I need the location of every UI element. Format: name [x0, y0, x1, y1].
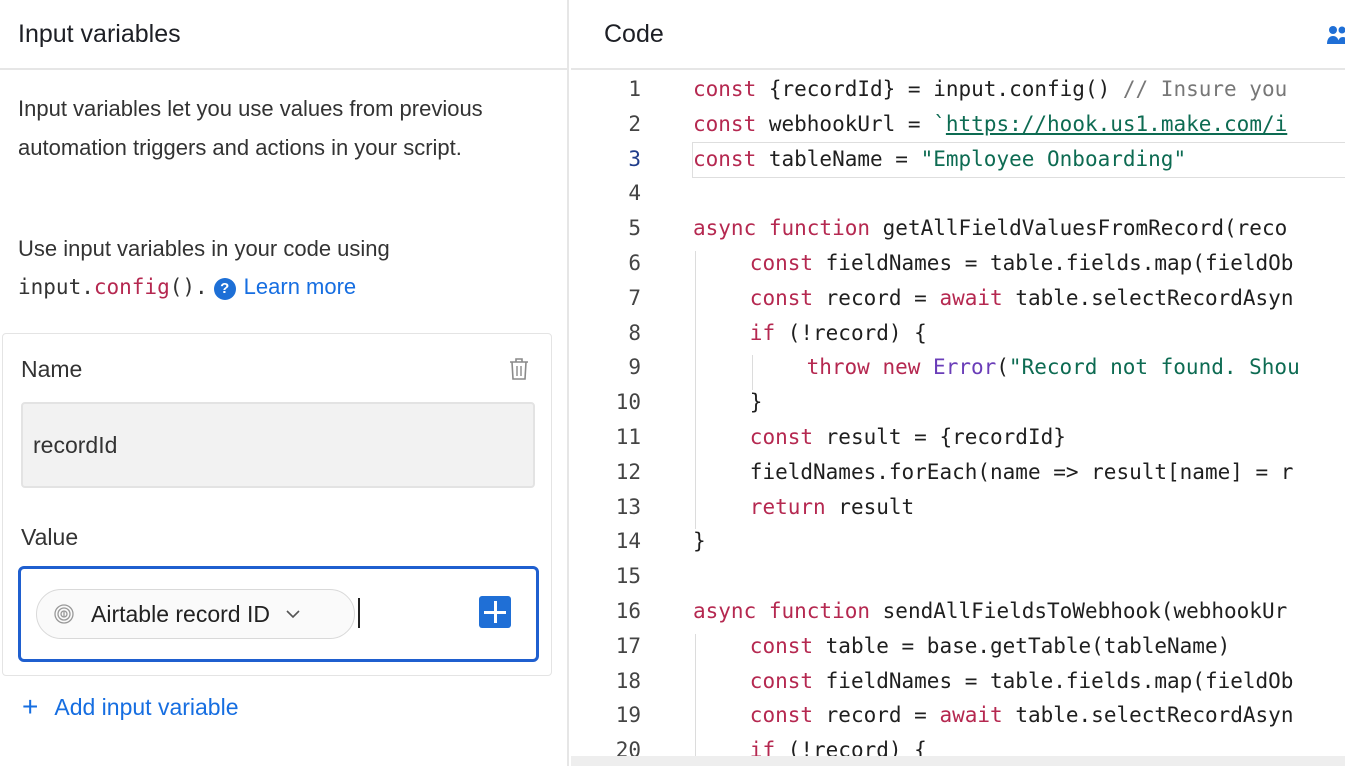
code-text: async function sendAllFieldsToWebhook(we…: [693, 599, 1288, 623]
code-line: 10}: [571, 390, 1345, 424]
code-text: const fieldNames = table.fields.map(fiel…: [749, 251, 1294, 275]
variable-name-value: recordId: [33, 431, 118, 458]
line-number: 15: [615, 564, 641, 589]
code-text: return result: [749, 494, 915, 519]
fingerprint-icon: [54, 604, 74, 624]
code-text: throw new Error("Record not found. Shou: [806, 355, 1300, 380]
insert-token-button[interactable]: [479, 596, 511, 628]
code-line: 8 if (!record) {: [571, 321, 1345, 355]
code-text: fieldNames.forEach(name => result[name] …: [749, 459, 1294, 484]
help-icon[interactable]: ?: [213, 278, 236, 300]
line-number: 10: [615, 390, 641, 415]
code-text: const webhookUrl = `https://hook.us1.mak…: [693, 111, 1288, 136]
code-header: Code: [571, 0, 1345, 70]
line-number: 18: [615, 668, 641, 693]
line-number: 8: [628, 320, 641, 345]
line-number: 11: [615, 425, 641, 449]
code-text: const result = {recordId}: [749, 425, 1066, 449]
indent-guide: [695, 633, 696, 756]
code-line: 17 const table = base.getTable(tableName): [571, 634, 1345, 668]
code-panel: Code 1 const {recordId} = input.config() …: [571, 0, 1345, 766]
input-variable-card: Name recordId Value Airtable record ID: [2, 333, 552, 676]
code-line: 9 throw new Error("Record not found. Shou: [571, 355, 1345, 389]
line-number: 12: [615, 459, 641, 484]
code-title: Code: [604, 19, 664, 48]
value-label: Value: [21, 524, 79, 550]
code-text: }: [693, 529, 706, 554]
horizontal-scrollbar[interactable]: [571, 756, 1345, 766]
value-token-pill[interactable]: Airtable record ID: [36, 589, 355, 639]
add-input-variable-button[interactable]: + Add input variable: [22, 693, 238, 721]
panel-header: Input variables: [0, 0, 567, 70]
code-line: 20 if (!record) {: [571, 738, 1345, 756]
code-line: 12 fieldNames.forEach(name => result[name…: [571, 460, 1345, 494]
plus-icon: +: [22, 691, 39, 722]
line-number: 20: [615, 738, 641, 756]
collaborators-icon[interactable]: [1327, 22, 1345, 46]
code-line: 18 const fieldNames = table.fields.map(fi…: [571, 669, 1345, 703]
panel-title: Input variables: [18, 19, 181, 48]
code-input-token: input.: [18, 275, 94, 299]
line-number: 2: [628, 111, 641, 136]
usage-hint-text: Use input variables in your code using: [18, 236, 390, 261]
line-number: 3: [628, 146, 641, 171]
code-line: 4: [571, 181, 1345, 215]
line-number: 1: [628, 77, 641, 101]
code-config-token: config: [93, 275, 170, 299]
panel-description: Input variables let you use values from …: [18, 96, 483, 160]
code-line: 15: [571, 564, 1345, 598]
code-line: 5 async function getAllFieldValuesFromRec…: [571, 216, 1345, 250]
line-number: 13: [615, 494, 641, 519]
code-text: const tableName = "Employee Onboarding": [693, 146, 1187, 171]
line-number: 6: [628, 251, 641, 275]
line-number: 5: [628, 216, 641, 241]
code-line: 11 const result = {recordId}: [571, 425, 1345, 459]
code-text: const table = base.getTable(tableName): [749, 633, 1231, 658]
usage-hint: Use input variables in your code using i…: [18, 230, 548, 306]
code-text: if (!record) {: [749, 320, 927, 345]
code-text: const record = await table.selectRecordA…: [749, 703, 1294, 728]
code-line: 6 const fieldNames = table.fields.map(fie…: [571, 251, 1345, 285]
code-text: const record = await table.selectRecordA…: [749, 285, 1294, 310]
line-number: 9: [628, 355, 641, 380]
code-editor[interactable]: 1 const {recordId} = input.config() // In…: [571, 72, 1345, 756]
text-caret: [358, 598, 360, 628]
code-line: 16 async function sendAllFieldsToWebhook(…: [571, 599, 1345, 633]
indent-guide: [695, 251, 696, 530]
code-text: const {recordId} = input.config() // Ins…: [693, 77, 1288, 101]
line-number: 7: [628, 285, 641, 310]
code-suffix-token: ().: [169, 275, 208, 299]
code-line: 13 return result: [571, 495, 1345, 529]
name-label: Name: [21, 356, 83, 382]
code-line: 1 const {recordId} = input.config() // In…: [571, 77, 1345, 111]
code-line: 3 const tableName = "Employee Onboarding": [571, 147, 1345, 181]
line-number: 14: [615, 529, 641, 554]
input-variables-panel: Input variables Input variables let you …: [0, 0, 569, 766]
variable-value-input[interactable]: Airtable record ID: [18, 566, 539, 662]
code-line: 7 const record = await table.selectRecord…: [571, 286, 1345, 320]
code-line: 2 const webhookUrl = `https://hook.us1.ma…: [571, 112, 1345, 146]
line-number: 19: [615, 703, 641, 728]
add-input-variable-label: Add input variable: [54, 693, 239, 720]
code-line: 19 const record = await table.selectRecor…: [571, 703, 1345, 737]
code-line: 14}: [571, 529, 1345, 563]
variable-name-input[interactable]: recordId: [21, 402, 535, 488]
usage-code: input.config().: [18, 275, 208, 299]
line-number: 4: [628, 181, 641, 206]
code-text: }: [749, 390, 763, 415]
trash-icon[interactable]: [507, 356, 531, 382]
code-text: async function getAllFieldValuesFromReco…: [693, 216, 1288, 241]
value-token-label: Airtable record ID: [91, 600, 270, 627]
code-text: if (!record) {: [749, 738, 927, 756]
chevron-down-icon[interactable]: [284, 605, 302, 623]
code-text: const fieldNames = table.fields.map(fiel…: [749, 668, 1294, 693]
line-number: 16: [615, 599, 641, 623]
line-number: 17: [615, 633, 641, 658]
learn-more-link[interactable]: Learn more: [244, 274, 357, 299]
indent-guide: [751, 355, 753, 391]
